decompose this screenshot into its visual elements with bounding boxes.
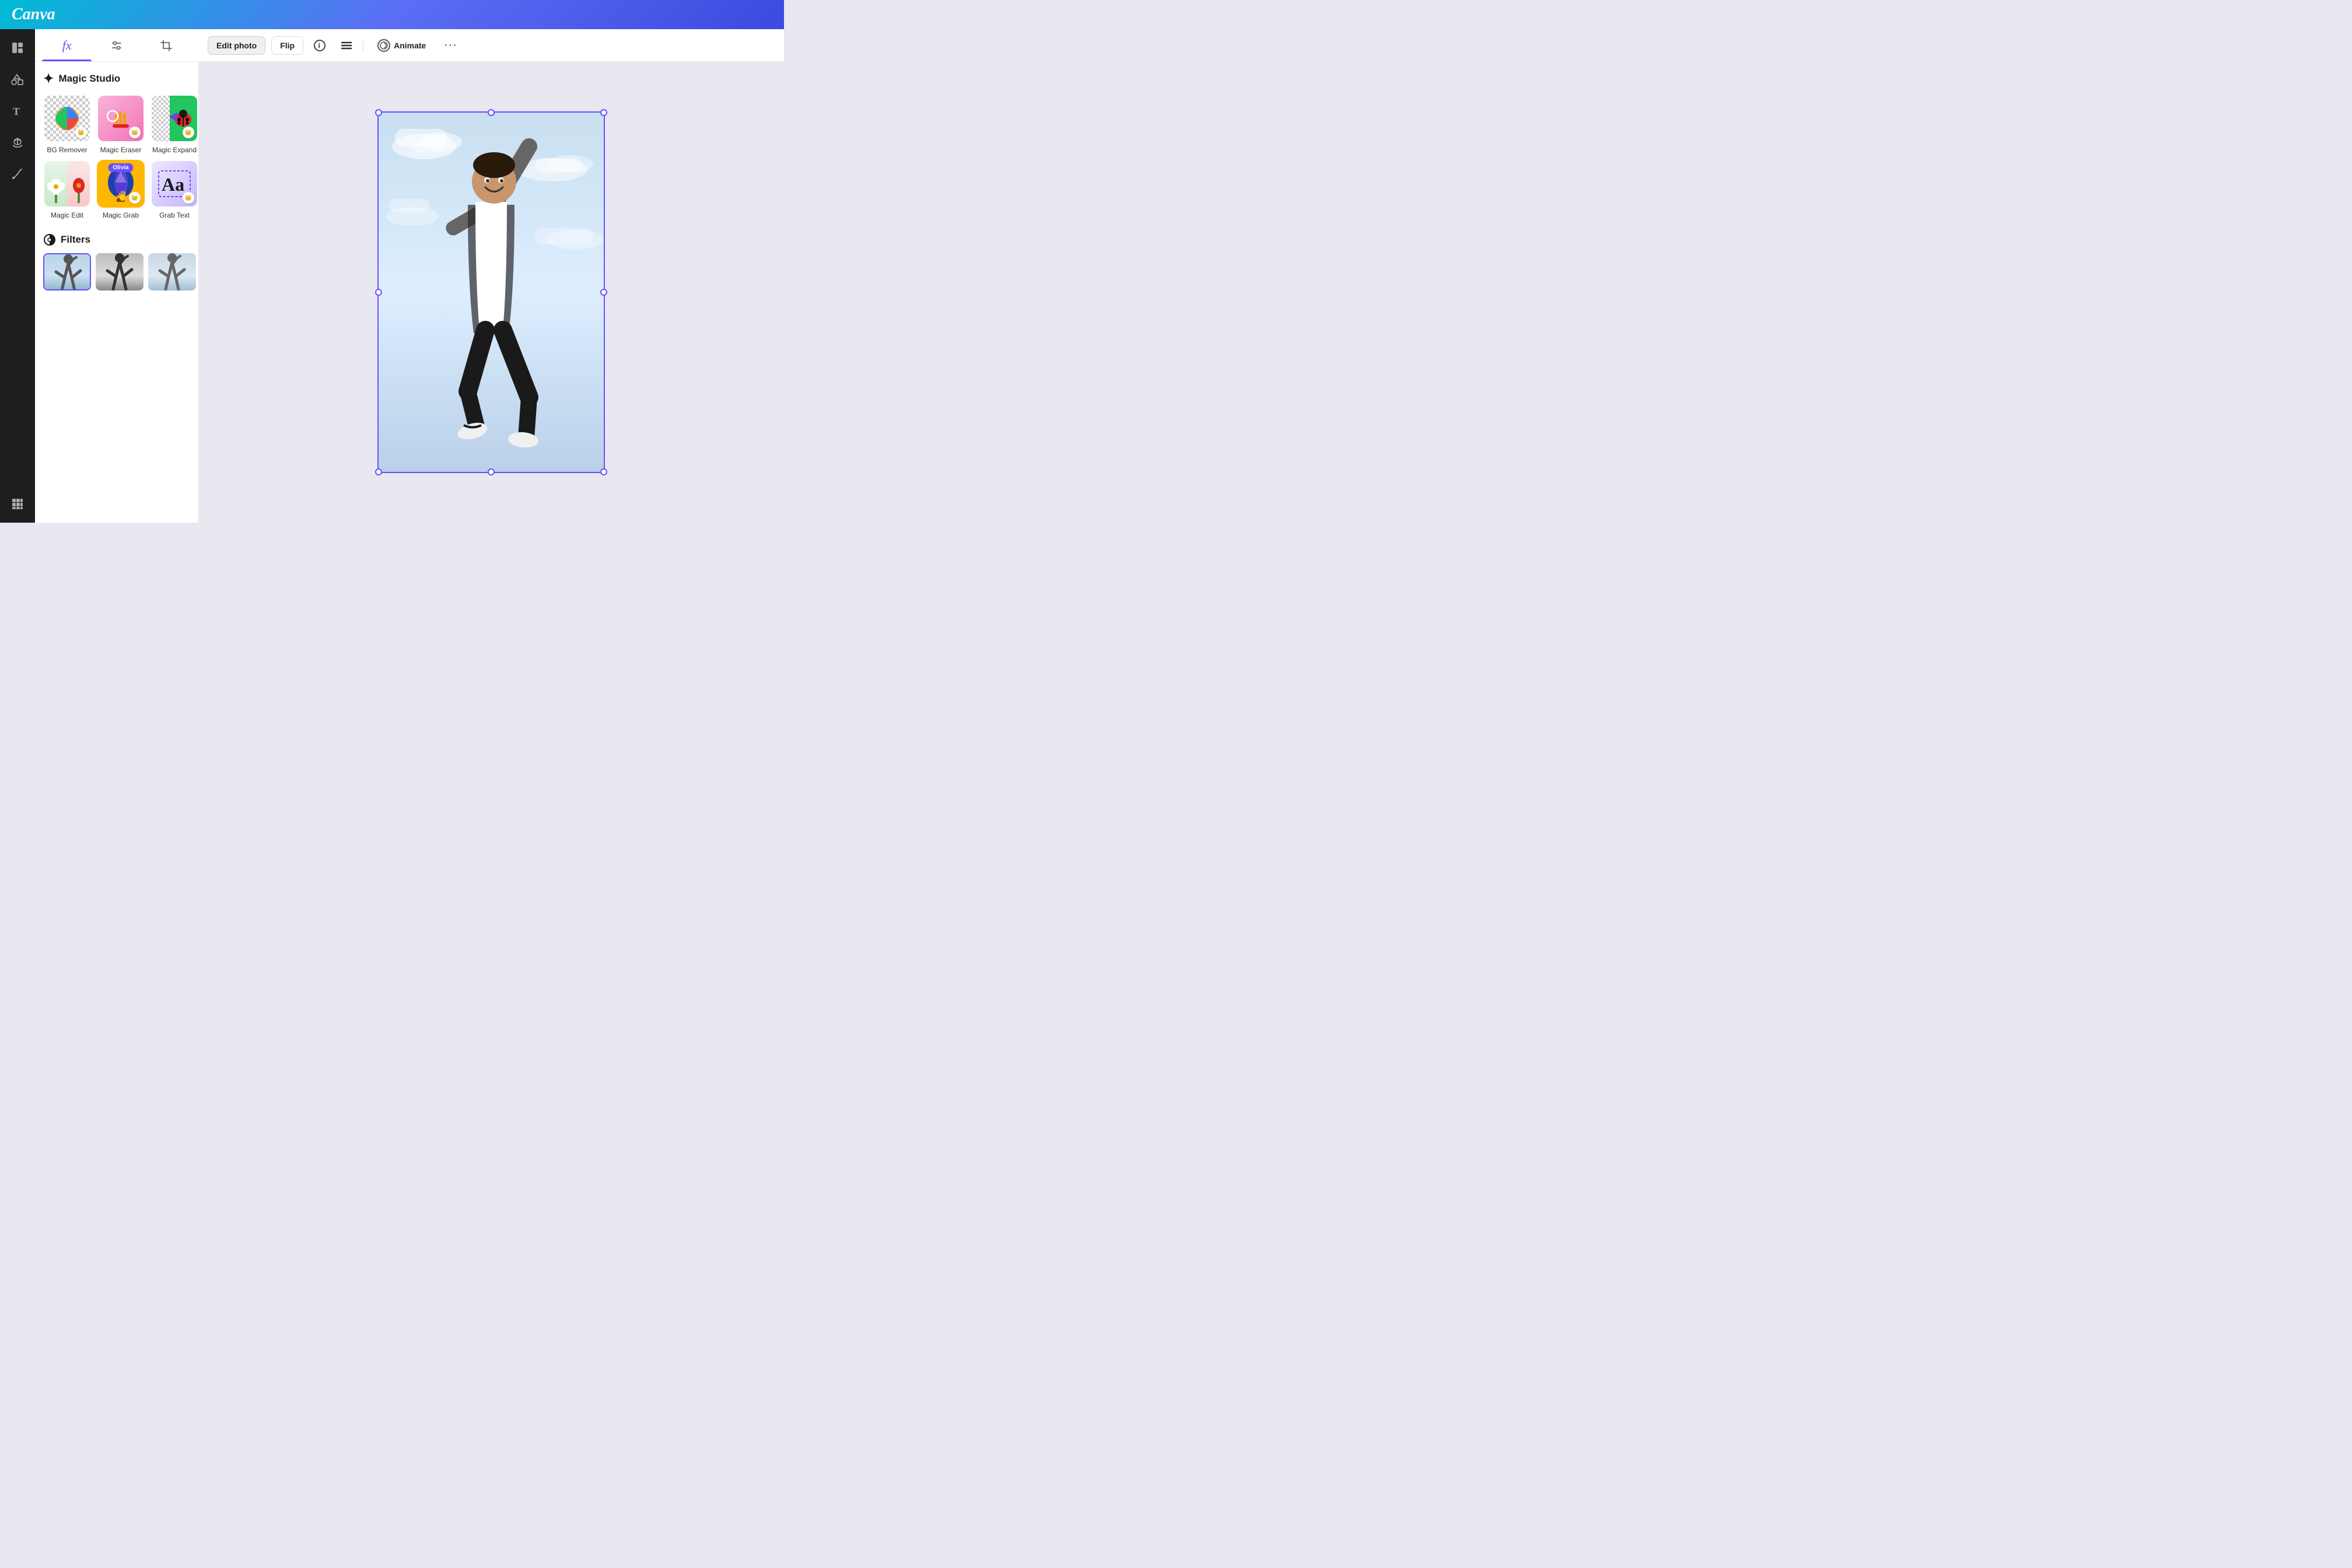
filter-none-person xyxy=(44,254,90,289)
info-button[interactable]: i xyxy=(309,35,330,56)
position-icon xyxy=(340,39,353,52)
sparkle-icon: ✦ xyxy=(43,71,54,86)
magic-expand-crown: 👑 xyxy=(183,127,194,138)
filter-none[interactable] xyxy=(43,253,91,290)
magic-grab-crown: 👑 xyxy=(129,192,141,204)
template-icon xyxy=(11,41,24,54)
filter-bw[interactable] xyxy=(96,253,144,290)
effects-tab-icon: fx xyxy=(62,38,72,53)
filters-label: Filters xyxy=(61,234,90,246)
sidebar-item-elements[interactable] xyxy=(7,69,28,90)
filter-bw-thumb xyxy=(96,253,144,290)
bg-remover-label: BG Remover xyxy=(47,146,87,154)
tool-magic-grab[interactable]: Olivia 🖐 👑 Magic Grab xyxy=(97,160,145,219)
tab-adjust[interactable] xyxy=(92,29,141,61)
svg-text:T: T xyxy=(13,106,20,117)
flip-button[interactable]: Flip xyxy=(271,36,303,55)
animate-icon xyxy=(377,39,390,52)
svg-text:Aa: Aa xyxy=(162,174,184,195)
flower2-image xyxy=(70,175,88,204)
canvas-image xyxy=(377,111,605,473)
flower1-image xyxy=(47,175,65,204)
sidebar-item-templates[interactable] xyxy=(7,37,28,58)
elements-icon xyxy=(11,73,24,86)
canvas-area xyxy=(198,62,784,523)
more-options-button[interactable]: ··· xyxy=(440,35,461,56)
adjust-icon xyxy=(110,39,123,52)
panel-tabs: fx xyxy=(35,29,198,62)
sidebar-item-draw[interactable] xyxy=(7,163,28,184)
edit-photo-button[interactable]: Edit photo xyxy=(208,36,265,55)
filters-section: Filters xyxy=(43,233,190,290)
canva-logo: Canva xyxy=(12,5,55,24)
grab-text-crown: 👑 xyxy=(183,192,194,204)
crop-icon xyxy=(160,39,173,52)
magic-eraser-crown: 👑 xyxy=(129,127,141,138)
position-button[interactable] xyxy=(336,35,357,56)
left-sidebar: T xyxy=(0,29,35,523)
tool-magic-edit[interactable]: Magic Edit xyxy=(43,160,91,219)
header: Canva xyxy=(0,0,784,29)
bg-remover-crown: 👑 xyxy=(75,127,87,138)
tool-magic-eraser[interactable]: 👑 Magic Eraser xyxy=(97,94,145,154)
filter-none-thumb xyxy=(43,253,91,290)
tool-magic-expand[interactable]: 👑 Magic Expand xyxy=(150,94,198,154)
top-toolbar: Edit photo Flip i xyxy=(198,29,784,62)
animate-label: Animate xyxy=(394,41,426,50)
sidebar-item-apps[interactable] xyxy=(7,494,28,514)
svg-text:i: i xyxy=(318,41,320,50)
magic-studio-grid: 👑 BG Remover xyxy=(43,94,190,219)
info-icon: i xyxy=(313,39,326,52)
magic-eraser-thumb: 👑 xyxy=(97,94,145,142)
draw-icon xyxy=(11,167,24,180)
filters-section-title: Filters xyxy=(43,233,190,246)
flip-label: Flip xyxy=(280,41,295,50)
text-icon: T xyxy=(11,104,24,117)
right-area: Edit photo Flip i xyxy=(198,29,784,523)
filter-bw-person xyxy=(96,253,144,290)
magic-eraser-label: Magic Eraser xyxy=(100,146,142,154)
magic-studio-label: Magic Studio xyxy=(58,73,120,85)
grab-text-thumb: Aa 👑 xyxy=(150,160,198,208)
main-layout: T xyxy=(0,29,784,523)
effects-panel: fx ✦ Magic Studi xyxy=(35,29,198,523)
magic-edit-label: Magic Edit xyxy=(51,211,83,219)
tab-crop[interactable] xyxy=(142,29,191,61)
filters-grid xyxy=(43,253,190,290)
sidebar-item-upload[interactable] xyxy=(7,132,28,153)
filter-warm-thumb xyxy=(148,253,196,290)
filters-icon xyxy=(43,233,56,246)
upload-icon xyxy=(11,136,24,149)
canvas-frame xyxy=(377,111,605,473)
magic-studio-section-title: ✦ Magic Studio xyxy=(43,71,190,86)
expand-arrow-icon xyxy=(169,111,181,123)
sidebar-item-text[interactable]: T xyxy=(7,100,28,121)
magic-grab-olivia-tooltip: Olivia xyxy=(108,163,133,172)
grab-text-label: Grab Text xyxy=(159,211,190,219)
tool-bg-remover[interactable]: 👑 BG Remover xyxy=(43,94,91,154)
panel-content: ✦ Magic Studio xyxy=(35,62,198,523)
apps-icon xyxy=(11,498,24,510)
animate-button[interactable]: Animate xyxy=(369,35,434,56)
magic-expand-thumb: 👑 xyxy=(150,94,198,142)
more-icon: ··· xyxy=(444,38,457,52)
magic-grab-thumb: Olivia 🖐 👑 xyxy=(97,160,145,208)
edit-photo-label: Edit photo xyxy=(216,41,257,50)
bg-remover-thumb: 👑 xyxy=(43,94,91,142)
person-image-bg xyxy=(377,111,605,473)
tab-effects[interactable]: fx xyxy=(42,29,92,61)
filter-warm[interactable] xyxy=(148,253,196,290)
magic-grab-label: Magic Grab xyxy=(103,211,139,219)
filter-warm-person xyxy=(148,253,196,290)
cursor-hand-icon: 🖐 xyxy=(117,190,129,202)
magic-expand-label: Magic Expand xyxy=(152,146,197,154)
cloud-2 xyxy=(412,141,447,152)
cloud-3 xyxy=(535,158,582,173)
animate-svg xyxy=(380,41,388,50)
cloud-5 xyxy=(535,228,593,244)
magic-edit-thumb xyxy=(43,160,91,208)
tool-grab-text[interactable]: Aa 👑 Grab Text xyxy=(150,160,198,219)
cloud-4 xyxy=(389,199,430,212)
